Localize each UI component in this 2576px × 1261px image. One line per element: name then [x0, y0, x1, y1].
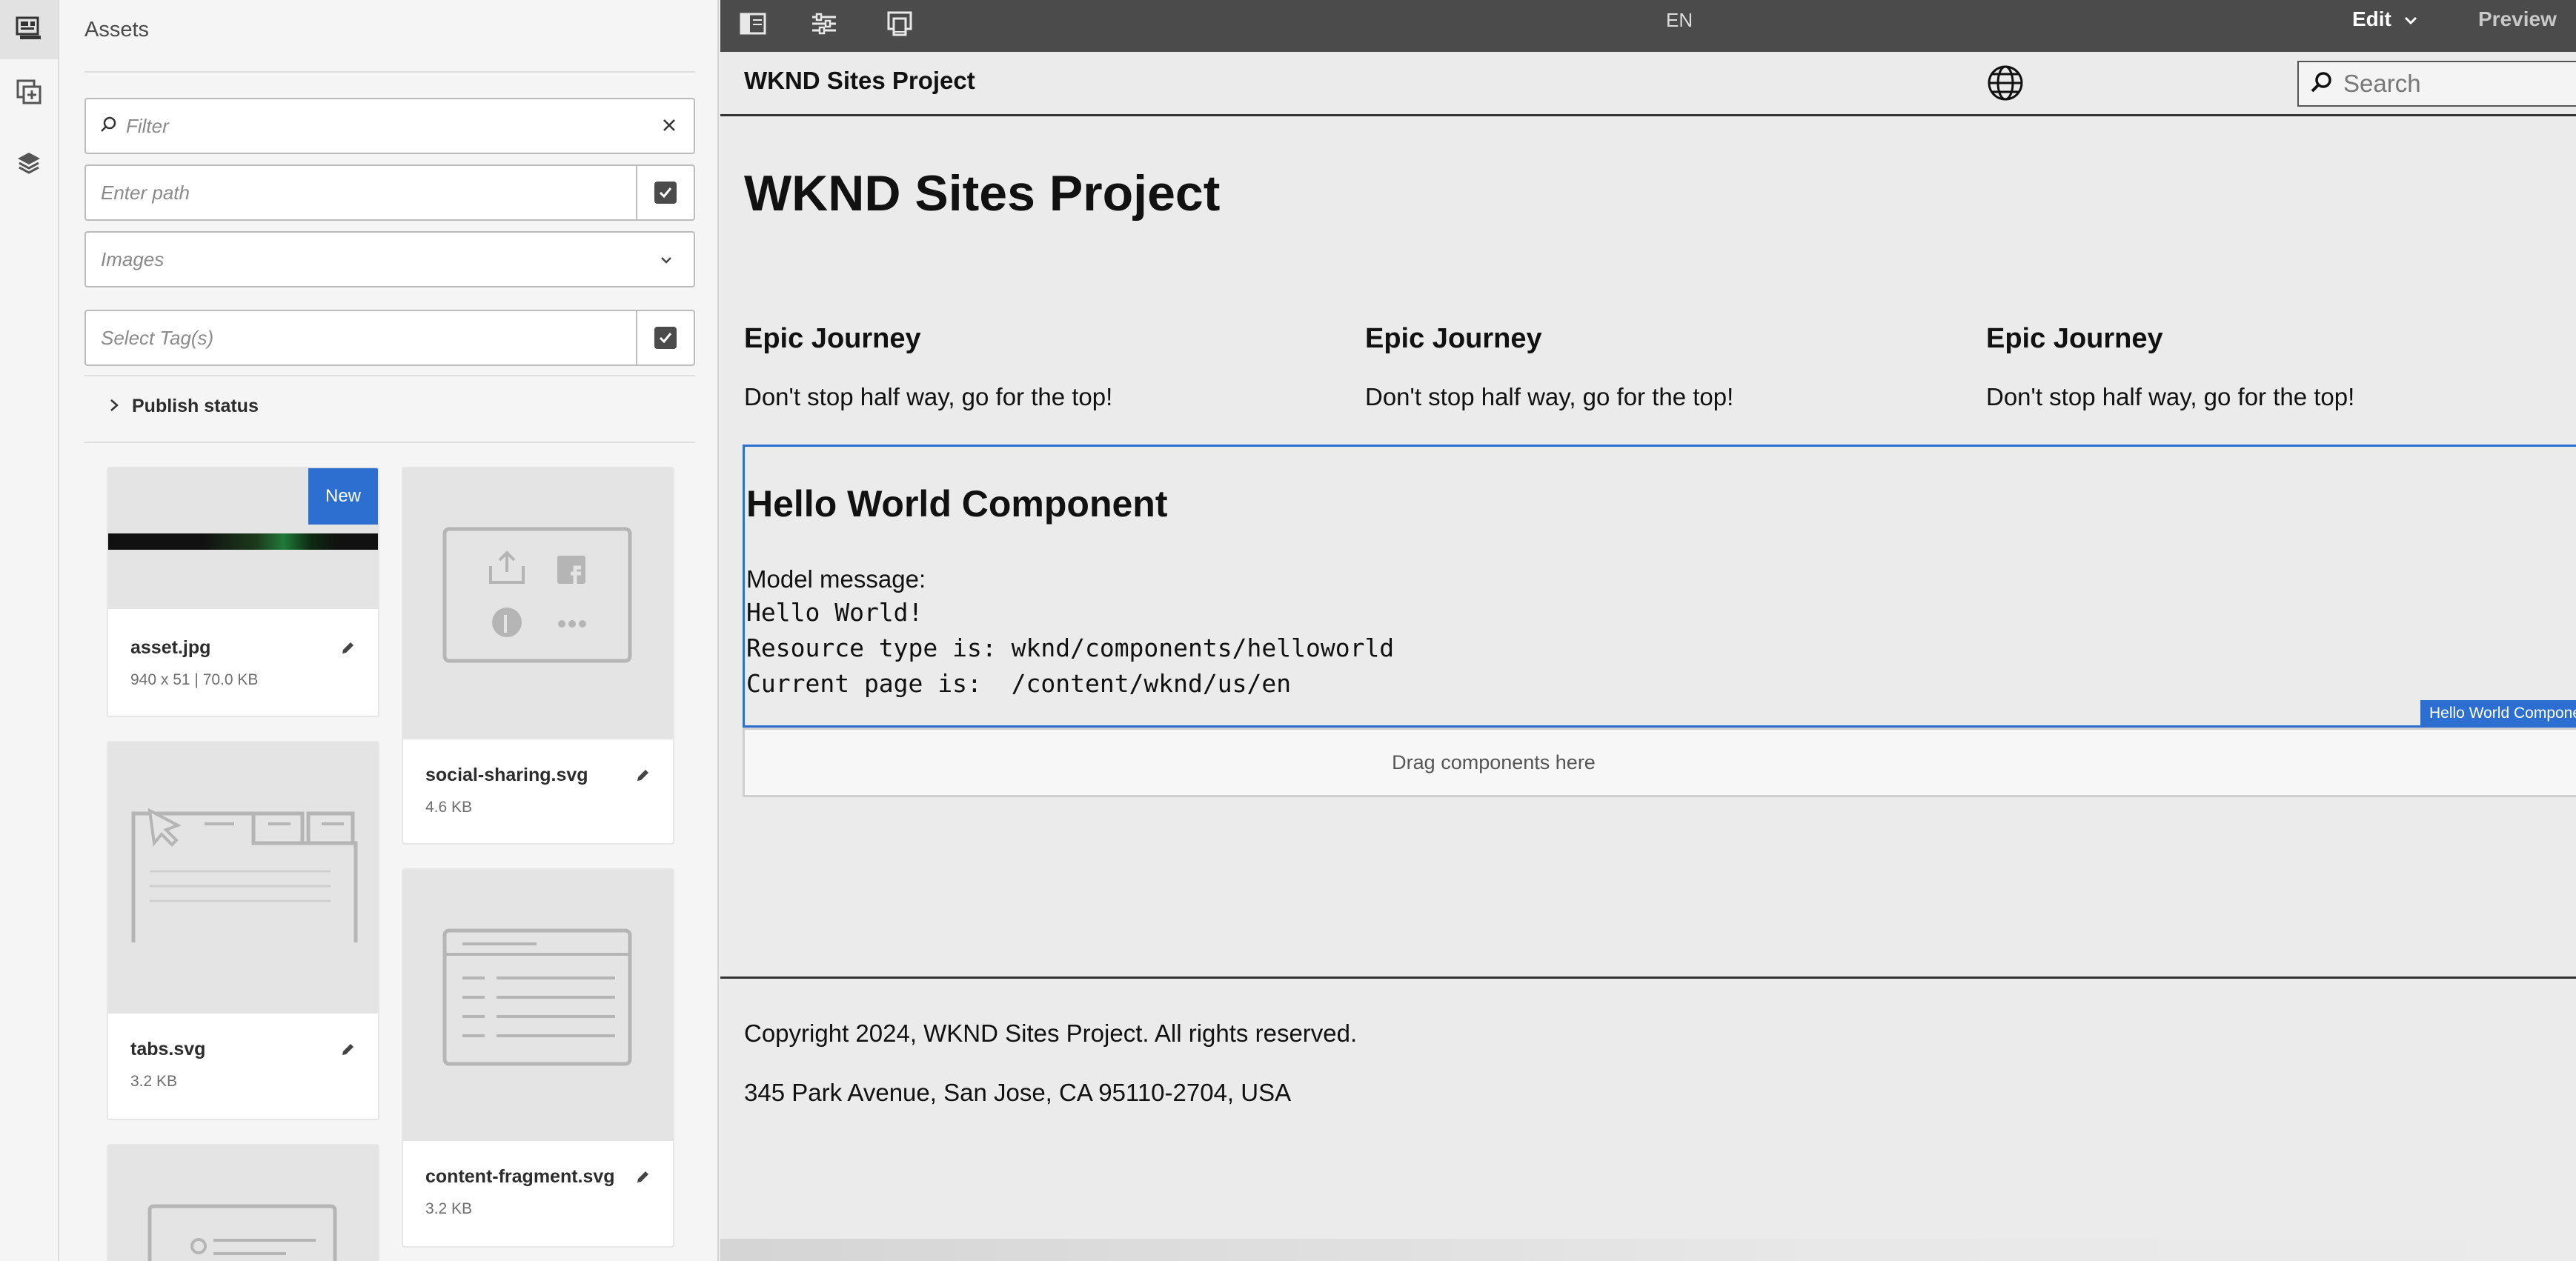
- asset-name: social-sharing.svg: [425, 765, 588, 785]
- check-icon: [654, 182, 677, 204]
- asset-name: tabs.svg: [130, 1039, 206, 1059]
- asset-name: asset.jpg: [130, 637, 211, 658]
- component-label-tag[interactable]: Hello World Component: [2420, 700, 2576, 727]
- edit-pencil-icon[interactable]: [339, 1042, 356, 1062]
- assets-panel: Assets Filter Enter path Images Select T…: [59, 0, 719, 1261]
- edit-pencil-icon[interactable]: [339, 640, 356, 660]
- toggle-side-panel-button[interactable]: [732, 6, 774, 44]
- filter-field[interactable]: Filter: [84, 98, 695, 154]
- asset-card[interactable]: tabs.svg 3.2 KB: [107, 741, 379, 1120]
- site-search-field[interactable]: [2297, 61, 2576, 107]
- panel-divider: [84, 375, 695, 376]
- model-message-line: Resource type is: wknd/components/hellow…: [746, 633, 1395, 662]
- chevron-down-icon: [658, 252, 674, 272]
- model-message-line: Current page is: /content/wknd/us/en: [746, 669, 1292, 698]
- components-tab-button[interactable]: [0, 64, 58, 123]
- horizontal-scrollbar[interactable]: [720, 1239, 2576, 1261]
- side-rail: [0, 0, 59, 1261]
- asset-card[interactable]: New asset.jpg 940 x 51 | 70.0 KB: [107, 467, 379, 717]
- search-input[interactable]: [2343, 70, 2576, 98]
- footer-address[interactable]: 345 Park Avenue, San Jose, CA 95110-2704…: [744, 1079, 1291, 1107]
- layers-icon: [16, 150, 42, 180]
- teaser-card[interactable]: Epic Journey Don't stop half way, go for…: [1986, 323, 2564, 411]
- teaser-text: Don't stop half way, go for the top!: [744, 383, 1113, 410]
- edit-pencil-icon[interactable]: [634, 768, 651, 788]
- publish-status-toggle[interactable]: Publish status: [108, 396, 259, 417]
- asset-type-select[interactable]: Images: [84, 231, 695, 287]
- language-indicator: EN: [1666, 9, 1693, 31]
- mode-edit-dropdown[interactable]: Edit: [2352, 7, 2418, 31]
- footer-copyright[interactable]: Copyright 2024, WKND Sites Project. All …: [744, 1019, 1357, 1048]
- path-browse-button[interactable]: [636, 166, 694, 219]
- asset-meta: 4.6 KB: [425, 799, 473, 816]
- tabs-illustration: [131, 808, 358, 942]
- social-sharing-illustration: [442, 527, 632, 663]
- page-properties-button[interactable]: [803, 6, 845, 44]
- new-badge: New: [308, 468, 378, 525]
- edit-label: Edit: [2352, 7, 2391, 30]
- check-icon: [654, 327, 677, 349]
- publish-status-label: Publish status: [132, 396, 259, 416]
- path-placeholder: Enter path: [101, 181, 190, 204]
- teaser-title: Epic Journey: [744, 323, 921, 354]
- header-divider: [720, 114, 2576, 116]
- asset-meta: 3.2 KB: [425, 1200, 473, 1217]
- asset-card[interactable]: social-sharing.svg 4.6 KB: [402, 467, 674, 845]
- teaser-card[interactable]: Epic Journey Don't stop half way, go for…: [1365, 323, 1943, 411]
- teaser-text: Don't stop half way, go for the top!: [1365, 383, 1734, 410]
- teaser-title: Epic Journey: [1365, 323, 1542, 354]
- asset-thumbnail: [108, 742, 378, 1014]
- tags-field[interactable]: Select Tag(s): [84, 310, 695, 366]
- site-name[interactable]: WKND Sites Project: [744, 67, 975, 95]
- asset-card[interactable]: [107, 1144, 379, 1261]
- chevron-right-icon: [108, 396, 120, 417]
- model-message-line: Hello World!: [746, 598, 923, 627]
- hello-world-component[interactable]: Hello World Component Model message: Hel…: [743, 445, 2576, 728]
- model-message-label: Model message:: [746, 565, 926, 593]
- teaser-title: Epic Journey: [1986, 323, 2163, 354]
- tags-placeholder: Select Tag(s): [101, 326, 214, 349]
- teaser-text: Don't stop half way, go for the top!: [1986, 383, 2355, 410]
- drop-zone[interactable]: Drag components here: [743, 728, 2576, 797]
- asset-meta: 3.2 KB: [130, 1073, 178, 1090]
- editor-toolbar: EN Edit Preview: [720, 0, 2576, 52]
- chevron-down-icon: [2403, 7, 2418, 31]
- page-canvas: WKND Sites Project WKND Sites Project Ep…: [720, 52, 2576, 1261]
- footer-divider: [720, 976, 2576, 979]
- assets-tab-button[interactable]: [0, 0, 58, 59]
- assets-icon: [14, 13, 44, 47]
- search-icon: [2309, 70, 2333, 98]
- drop-zone-label: Drag components here: [1392, 751, 1596, 773]
- path-field[interactable]: Enter path: [84, 164, 695, 221]
- content-tree-tab-button[interactable]: [0, 135, 58, 194]
- asset-type-value: Images: [101, 247, 165, 270]
- content-fragment-illustration: [442, 928, 632, 1066]
- asset-meta: 940 x 51 | 70.0 KB: [130, 671, 259, 688]
- search-icon: [99, 116, 117, 137]
- asset-thumbnail: [403, 468, 673, 739]
- panel-divider: [84, 71, 695, 73]
- preview-button[interactable]: Preview: [2478, 7, 2557, 31]
- hello-world-title: Hello World Component: [746, 483, 1168, 525]
- panel-title: Assets: [84, 18, 150, 41]
- side-panel-icon: [740, 13, 766, 39]
- tags-browse-button[interactable]: [636, 311, 694, 365]
- device-preview-icon: [886, 11, 913, 40]
- emulator-button[interactable]: [879, 6, 920, 44]
- asset-illustration: [147, 1204, 337, 1261]
- asset-image-strip: [108, 533, 378, 550]
- components-icon: [16, 79, 42, 109]
- page-title[interactable]: WKND Sites Project: [744, 164, 1220, 222]
- globe-icon[interactable]: [1986, 64, 2025, 106]
- asset-card[interactable]: content-fragment.svg 3.2 KB: [402, 868, 674, 1248]
- asset-name: content-fragment.svg: [425, 1166, 615, 1187]
- asset-thumbnail: [108, 1145, 378, 1261]
- sliders-icon: [811, 13, 837, 39]
- edit-pencil-icon[interactable]: [634, 1169, 651, 1189]
- asset-thumbnail: [403, 870, 673, 1141]
- filter-placeholder: Filter: [126, 114, 169, 137]
- panel-divider: [84, 442, 695, 443]
- teaser-card[interactable]: Epic Journey Don't stop half way, go for…: [744, 323, 1322, 411]
- clear-icon[interactable]: [661, 117, 677, 137]
